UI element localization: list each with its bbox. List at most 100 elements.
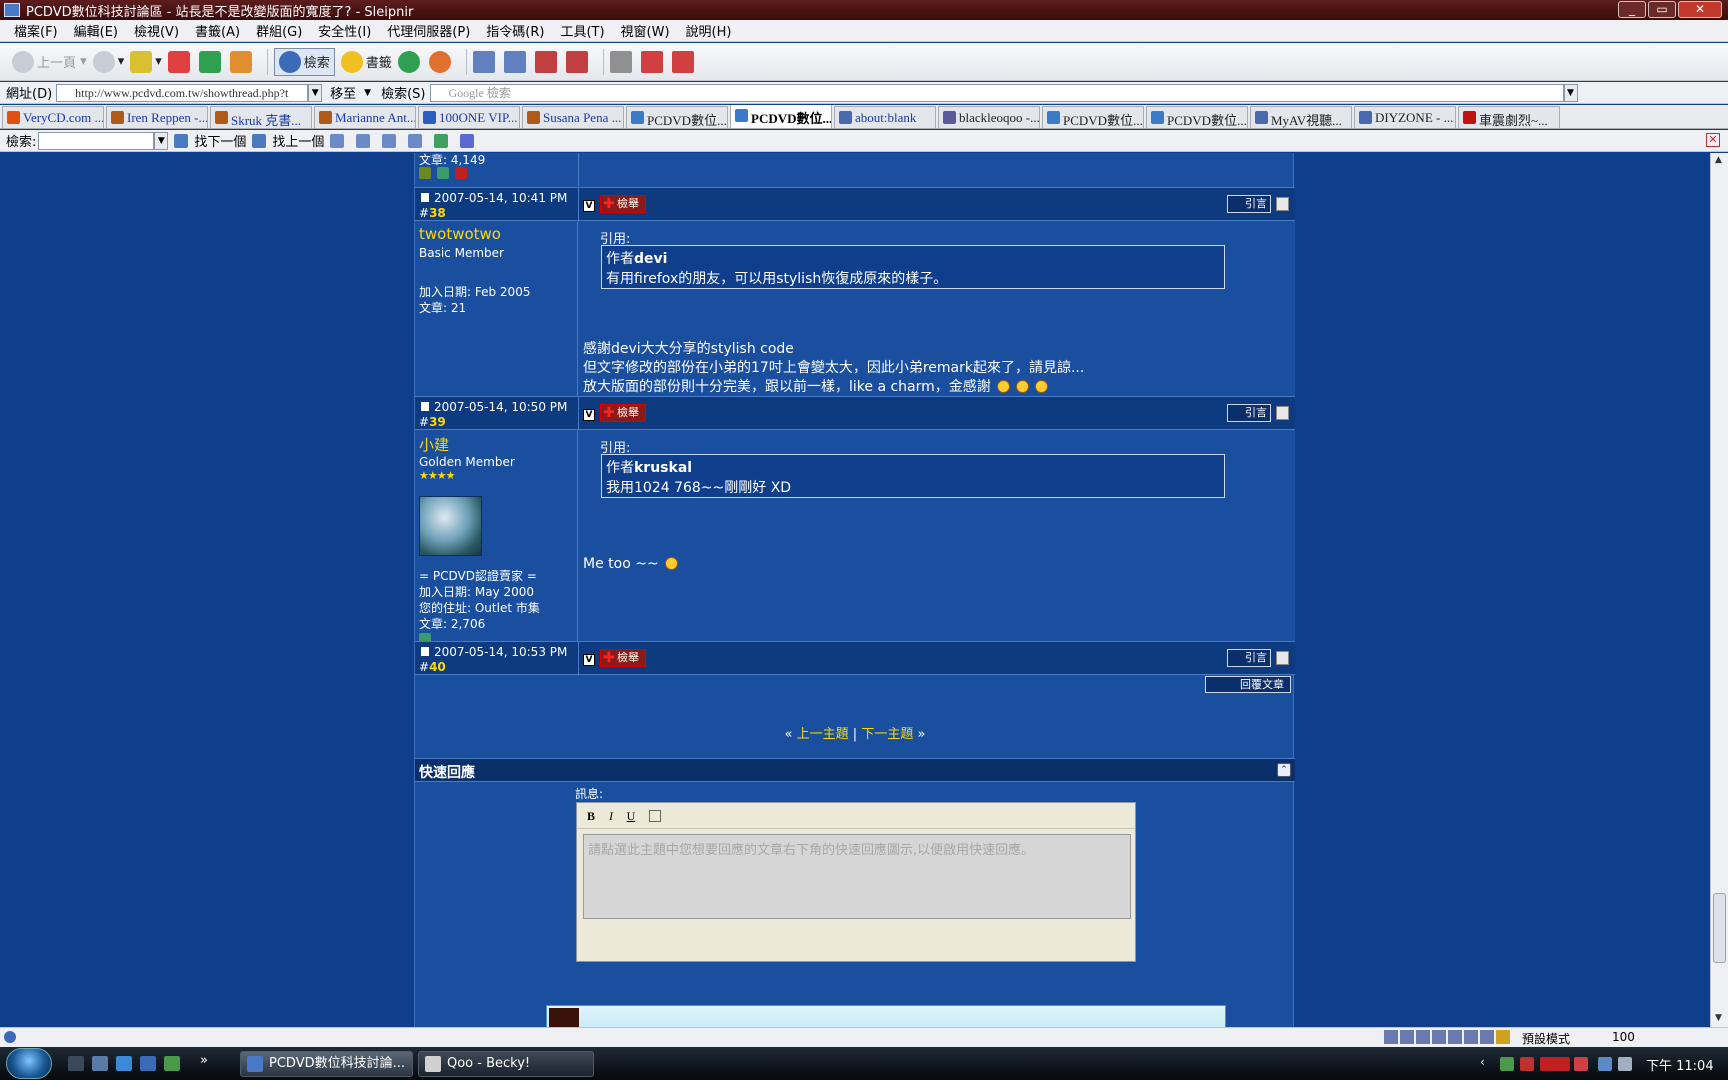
underline-button[interactable]: U (623, 808, 639, 824)
speaker-icon[interactable] (1496, 1030, 1510, 1044)
menu-group[interactable]: 群組(G) (256, 21, 302, 40)
start-button[interactable] (6, 1048, 52, 1079)
find-bar-close-icon[interactable]: ✕ (1706, 133, 1720, 147)
tray-expand-icon[interactable]: ‹ (1480, 1055, 1485, 1069)
browse-mode[interactable]: 預設模式 (1522, 1030, 1570, 1047)
translate-back-button[interactable] (671, 50, 697, 73)
menu-bookmarks[interactable]: 書籤(A) (195, 21, 240, 40)
vertical-scrollbar[interactable]: ▲ ▼ (1710, 153, 1728, 1027)
translate-button[interactable] (640, 50, 666, 73)
reply-button[interactable]: 回覆文章 (1205, 676, 1291, 693)
scrollbar-thumb[interactable] (1713, 893, 1726, 963)
tile-button[interactable] (472, 50, 498, 73)
task-sleipnir[interactable]: PCDVD數位科技討論... (240, 1051, 413, 1077)
url-dropdown[interactable]: ▼ (308, 83, 323, 102)
multi-quote-icon[interactable] (1276, 197, 1289, 211)
tab-8[interactable]: about:blank (834, 106, 936, 128)
menu-edit[interactable]: 編輯(E) (74, 21, 118, 40)
url-input[interactable]: http://www.pcdvd.com.tw/showthread.php?t (56, 83, 309, 102)
desktop-icon[interactable] (92, 1056, 108, 1071)
menu-proxy[interactable]: 代理伺服器(P) (387, 21, 470, 40)
menu-view[interactable]: 檢視(V) (134, 21, 179, 40)
multi-quote-icon[interactable] (1276, 651, 1289, 665)
network-tray-icon[interactable] (1500, 1057, 1514, 1071)
forward-button[interactable]: ▾ (92, 50, 124, 73)
menu-security[interactable]: 安全性(I) (318, 21, 371, 40)
tab-5[interactable]: Susana Pena ... (522, 106, 624, 128)
minimize-button[interactable]: _ (1618, 1, 1646, 18)
quote-button[interactable]: 引言 (1227, 404, 1271, 422)
zoom-level[interactable]: 100 (1612, 1030, 1635, 1044)
find-prev-button[interactable]: 找上一個 (272, 131, 324, 150)
next-thread-link[interactable]: 下一主題 (861, 727, 913, 742)
find-options-icon[interactable] (382, 133, 397, 148)
tab-14[interactable]: 車震劇烈~... (1458, 106, 1560, 128)
bold-button[interactable]: B (583, 808, 599, 824)
web-search-dropdown[interactable]: ▼ (1563, 83, 1578, 102)
find-check-icon[interactable] (434, 133, 449, 148)
username[interactable]: 小建 (419, 434, 449, 455)
home-button[interactable] (229, 50, 255, 73)
app-tray-icon[interactable] (1574, 1057, 1588, 1071)
highlight-icon[interactable] (330, 133, 345, 148)
tool-icon[interactable] (1480, 1030, 1494, 1044)
cascade-button[interactable] (503, 50, 529, 73)
menu-help[interactable]: 說明(H) (686, 21, 732, 40)
menu-tools[interactable]: 工具(T) (560, 21, 604, 40)
app-icon[interactable] (164, 1056, 180, 1071)
task-becky[interactable]: Qoo - Becky! (418, 1051, 594, 1077)
tab-3[interactable]: Marianne Ant... (314, 106, 416, 128)
tab-4[interactable]: 100ONE VIP... (418, 106, 520, 128)
highlight-all-icon[interactable] (356, 133, 371, 148)
report-button[interactable]: ✚ 檢舉 (600, 195, 646, 213)
italic-button[interactable]: I (603, 808, 619, 824)
stop-button[interactable] (167, 50, 193, 73)
find-clear-icon[interactable] (408, 133, 423, 148)
find-next-button[interactable]: 找下一個 (194, 131, 246, 150)
close-button[interactable]: ✕ (1678, 1, 1722, 18)
print-button[interactable] (609, 50, 635, 73)
close-others-button[interactable] (534, 50, 560, 73)
switch-mode-icon[interactable] (649, 809, 661, 822)
tab-0[interactable]: VeryCD.com ... (2, 106, 104, 128)
ati-tray-icon[interactable] (1540, 1057, 1570, 1071)
scroll-down-icon[interactable]: ▼ (1715, 1013, 1722, 1023)
report-button[interactable]: ✚ 檢舉 (600, 404, 646, 422)
tab-2[interactable]: Skruk 克書... (210, 106, 312, 128)
tool-icon[interactable] (1464, 1030, 1478, 1044)
username[interactable]: twotwotwo (419, 225, 501, 243)
refresh-button[interactable] (198, 50, 224, 73)
save-icon[interactable] (140, 1056, 156, 1071)
monitor-tray-icon[interactable] (1598, 1057, 1612, 1071)
v-icon[interactable]: V (583, 654, 595, 666)
tool-icon[interactable] (1416, 1030, 1430, 1044)
v-icon[interactable]: V (583, 409, 595, 421)
tool-icon[interactable] (1432, 1030, 1446, 1044)
tool-icon[interactable] (1448, 1030, 1462, 1044)
find-input[interactable] (38, 131, 155, 150)
post-number[interactable]: #39 (419, 415, 446, 429)
tab-6[interactable]: PCDVD數位... (626, 106, 728, 128)
prev-thread-link[interactable]: 上一主題 (797, 727, 849, 742)
quote-button[interactable]: 引言 (1227, 649, 1271, 667)
find-word-icon[interactable] (460, 133, 475, 148)
search-toggle-button[interactable]: 檢索 (273, 47, 335, 76)
history-button[interactable] (397, 50, 423, 73)
tab-7[interactable]: PCDVD數位... (730, 105, 832, 128)
report-button[interactable]: ✚ 檢舉 (600, 649, 646, 667)
sleipnir-app-icon[interactable] (4, 3, 20, 17)
tab-13[interactable]: DIYZONE - ... (1354, 106, 1456, 128)
up-button[interactable]: ▾ (130, 50, 162, 73)
scroll-up-icon[interactable]: ▲ (1715, 155, 1722, 165)
v-icon[interactable]: V (583, 200, 595, 212)
menu-script[interactable]: 指令碼(R) (486, 21, 544, 40)
quick-reply-textarea[interactable]: 請點選此主題中您想要回應的文章右下角的快速回應圖示,以便啟用快速回應。 (583, 834, 1131, 919)
bookmarks-button[interactable]: 書籤 (340, 50, 392, 73)
post-number[interactable]: #40 (419, 660, 446, 674)
post-number[interactable]: #38 (419, 206, 446, 220)
more-chevron-icon[interactable]: » (200, 1053, 208, 1068)
clock[interactable]: 下午 11:04 (1646, 1055, 1714, 1074)
multi-quote-icon[interactable] (1276, 406, 1289, 420)
tool-icon[interactable] (1384, 1030, 1398, 1044)
tab-11[interactable]: PCDVD數位... (1146, 106, 1248, 128)
